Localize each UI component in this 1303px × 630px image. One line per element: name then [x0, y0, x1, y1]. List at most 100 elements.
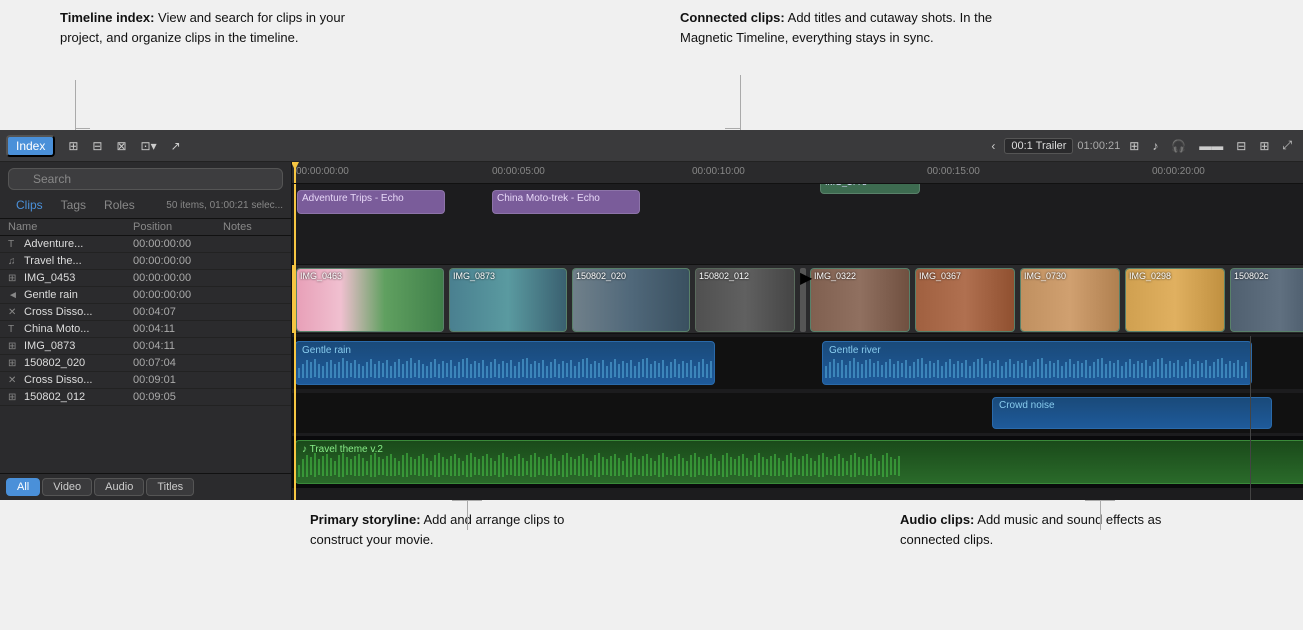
- filter-titles[interactable]: Titles: [146, 478, 194, 496]
- connected-clip-adventure[interactable]: Adventure Trips - Echo: [297, 190, 445, 214]
- clip-label-150802c: 150802c: [1234, 271, 1269, 281]
- row-position-0: 00:00:00:00: [133, 238, 223, 250]
- callout-bottom-right-h: [1085, 500, 1115, 501]
- list-item[interactable]: ♫ Travel the... 00:00:00:00: [0, 253, 291, 270]
- sidebar-header: Name Position Notes: [0, 218, 291, 236]
- toolbar: Index ⊞ ⊟ ⊠ ⊡▾ ↗ ‹ 00:1 Trailer 01:00:21…: [0, 130, 1303, 162]
- index-button[interactable]: Index: [6, 135, 55, 157]
- row-position-2: 00:00:00:00: [133, 272, 223, 284]
- clip-label-img0367: IMG_0367: [919, 271, 961, 281]
- row-name-1: ♫ Travel the...: [8, 255, 133, 267]
- pointer-tool[interactable]: ↗: [166, 137, 186, 155]
- connected-clip-img1775[interactable]: IMG_1775: [820, 184, 920, 194]
- tab-tags[interactable]: Tags: [53, 196, 94, 214]
- audio-btn[interactable]: ♪: [1147, 137, 1163, 155]
- callout-bottom-left: [467, 500, 468, 530]
- tab-roles[interactable]: Roles: [96, 196, 143, 214]
- video-clip-img0367[interactable]: IMG_0367: [915, 268, 1015, 332]
- row-position-9: 00:09:05: [133, 391, 223, 403]
- playhead[interactable]: [294, 162, 296, 184]
- callout-line-right-h: [725, 128, 740, 129]
- callout-bottom-left-h: [452, 500, 482, 501]
- audio-clip-gentle-rain[interactable]: Gentle rain: [295, 341, 715, 385]
- clip-layout-1[interactable]: ⊞: [63, 137, 83, 155]
- audio-clip-crowd-noise[interactable]: Crowd noise: [992, 397, 1272, 429]
- video-clip-150802c[interactable]: 150802c: [1230, 268, 1303, 332]
- layout-btn1[interactable]: ⊟: [1231, 137, 1251, 155]
- clip-layout-2[interactable]: ⊟: [87, 137, 107, 155]
- fullscreen-btn[interactable]: ⤢: [1277, 136, 1297, 155]
- connected-clip-china[interactable]: China Moto-trek - Echo: [492, 190, 640, 214]
- timecode-display: 01:00:21: [1077, 140, 1120, 152]
- video-clip-150802020[interactable]: 150802_020: [572, 268, 690, 332]
- waveform-btn[interactable]: ⊞: [1124, 137, 1144, 155]
- transition-marker: ▶: [800, 268, 806, 332]
- sidebar-footer: All Video Audio Titles: [0, 473, 291, 500]
- list-item[interactable]: ◄ Gentle rain 00:00:00:00: [0, 287, 291, 304]
- row-name-8: ✕ Cross Disso...: [8, 374, 133, 386]
- clip-label-img0873: IMG_0873: [453, 271, 495, 281]
- row-label-5: China Moto...: [24, 323, 89, 335]
- row-icon-1: ♫: [8, 256, 20, 267]
- video-clip-img0463[interactable]: IMG_0463: [296, 268, 444, 332]
- playhead-line: [294, 184, 296, 500]
- headphone-btn[interactable]: 🎧: [1166, 137, 1191, 155]
- list-item[interactable]: ⊞ 150802_012 00:09:05: [0, 389, 291, 406]
- annotation-connected-clips: Connected clips: Add titles and cutaway …: [680, 8, 1000, 47]
- row-position-1: 00:00:00:00: [133, 255, 223, 267]
- layout-btn2[interactable]: ⊞: [1254, 137, 1274, 155]
- row-icon-5: T: [8, 324, 20, 335]
- callout-line-left-h: [75, 128, 90, 129]
- audio-clip-travel-theme[interactable]: ♪ Travel theme v.2: [295, 440, 1303, 484]
- row-icon-7: ⊞: [8, 358, 20, 369]
- video-clip-img0873[interactable]: IMG_0873: [449, 268, 567, 332]
- clip-label-img0463: IMG_0463: [300, 271, 342, 281]
- clip-layout-3[interactable]: ⊠: [111, 137, 131, 155]
- row-name-6: ⊞ IMG_0873: [8, 340, 133, 352]
- nav-left[interactable]: ‹: [986, 137, 1000, 155]
- video-clip-150802012[interactable]: 150802_012: [695, 268, 795, 332]
- list-item[interactable]: ⊞ IMG_0873 00:04:11: [0, 338, 291, 355]
- clip-layout-4[interactable]: ⊡▾: [136, 137, 162, 155]
- audio-row-3: ♪ Travel theme v.2: [292, 436, 1303, 488]
- ruler-marker-4: 00:00:20:00: [1152, 166, 1205, 177]
- list-item[interactable]: ✕ Cross Disso... 00:04:07: [0, 304, 291, 321]
- list-item[interactable]: ⊞ 150802_020 00:07:04: [0, 355, 291, 372]
- video-clip-img0298[interactable]: IMG_0298: [1125, 268, 1225, 332]
- row-position-6: 00:04:11: [133, 340, 223, 352]
- list-item[interactable]: ⊞ IMG_0453 00:00:00:00: [0, 270, 291, 287]
- video-clip-img0730[interactable]: IMG_0730: [1020, 268, 1120, 332]
- row-label-9: 150802_012: [24, 391, 85, 403]
- tab-clips[interactable]: Clips: [8, 196, 51, 214]
- list-item[interactable]: T China Moto... 00:04:11: [0, 321, 291, 338]
- audio-label-crowd-noise: Crowd noise: [999, 400, 1055, 411]
- video-clip-img0322[interactable]: IMG_0322: [810, 268, 910, 332]
- main-ui: Index ⊞ ⊟ ⊠ ⊡▾ ↗ ‹ 00:1 Trailer 01:00:21…: [0, 130, 1303, 500]
- toolbar-center: 00:1 Trailer 01:00:21: [1004, 138, 1120, 154]
- bottom-annotations: Primary storyline: Add and arrange clips…: [0, 500, 1303, 630]
- ruler-marker-1: 00:00:05:00: [492, 166, 545, 177]
- row-position-4: 00:04:07: [133, 306, 223, 318]
- timeline-content: Adventure Trips - Echo China Moto-trek -…: [292, 184, 1303, 500]
- row-icon-8: ✕: [8, 375, 20, 386]
- annotation-timeline-index: Timeline index: View and search for clip…: [60, 8, 360, 47]
- video-row: IMG_0463 IMG_0873 150802_020 150802_012: [292, 264, 1303, 334]
- list-item[interactable]: ✕ Cross Disso... 00:09:01: [0, 372, 291, 389]
- callout-bottom-right: [1100, 500, 1101, 530]
- row-name-3: ◄ Gentle rain: [8, 289, 133, 301]
- filter-video[interactable]: Video: [42, 478, 92, 496]
- color-btn[interactable]: ▬▬: [1194, 137, 1228, 155]
- row-label-6: IMG_0873: [24, 340, 75, 352]
- row-label-1: Travel the...: [24, 255, 82, 267]
- filter-audio[interactable]: Audio: [94, 478, 144, 496]
- audio-clip-gentle-river[interactable]: Gentle river: [822, 341, 1252, 385]
- list-item[interactable]: T Adventure... 00:00:00:00: [0, 236, 291, 253]
- col-notes: Notes: [223, 221, 283, 233]
- search-wrapper: 🔍: [8, 168, 283, 190]
- row-position-5: 00:04:11: [133, 323, 223, 335]
- row-label-3: Gentle rain: [24, 289, 78, 301]
- row-name-4: ✕ Cross Disso...: [8, 306, 133, 318]
- row-label-7: 150802_020: [24, 357, 85, 369]
- filter-all[interactable]: All: [6, 478, 40, 496]
- search-input[interactable]: [8, 168, 283, 190]
